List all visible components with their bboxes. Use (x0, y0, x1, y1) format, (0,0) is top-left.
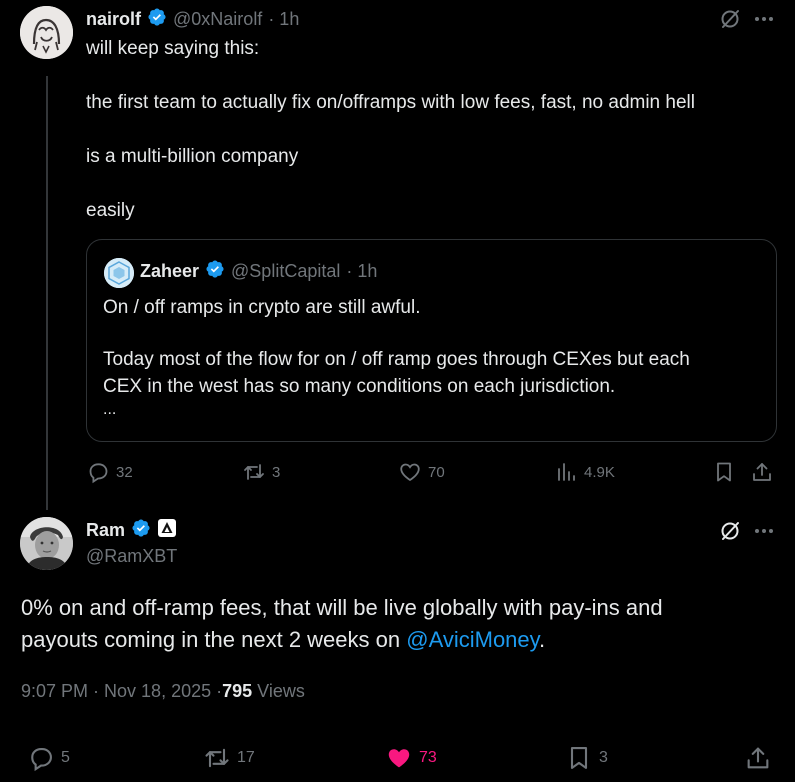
bookmark-count: 3 (599, 749, 608, 766)
like-count: 70 (428, 463, 445, 481)
like-icon (388, 749, 410, 768)
avatar-zaheer (104, 258, 134, 288)
timestamp[interactable]: · 1h (268, 9, 299, 30)
like-button[interactable]: 70 (398, 460, 445, 484)
tweet2-text-line2: payouts coming in the next 2 weeks on @A… (21, 624, 545, 656)
bookmark-icon (717, 462, 731, 482)
handle[interactable]: @0xNairolf (173, 9, 262, 30)
handle[interactable]: @RamXBT (86, 545, 177, 567)
like-icon (400, 463, 420, 482)
tweet1-text-line2: the first team to actually fix on/offram… (86, 92, 695, 113)
quote-ellipsis: ... (103, 401, 117, 418)
grok-icon[interactable] (718, 519, 742, 548)
quote-text-line3: CEX in the west has so many conditions o… (103, 376, 616, 397)
avatar-ram[interactable] (20, 517, 73, 570)
reply-icon (89, 463, 108, 484)
post-timestamp[interactable]: 9:07 PM · Nov 18, 2025 · (21, 681, 222, 702)
share-button[interactable] (750, 460, 774, 489)
like-count: 73 (419, 749, 437, 766)
verified-badge-icon (147, 7, 167, 32)
repost-button[interactable]: 3 (242, 460, 280, 484)
mention-link[interactable]: @AviciMoney (406, 627, 539, 652)
reply-button[interactable]: 32 (86, 460, 133, 484)
grok-icon[interactable] (718, 7, 742, 36)
views-icon (558, 463, 575, 481)
share-button[interactable] (744, 744, 772, 777)
bookmark-button[interactable]: 3 (565, 744, 608, 772)
reply-count: 32 (116, 463, 133, 481)
avatar-nairolf[interactable] (20, 6, 73, 59)
views-button[interactable]: 4.9K (554, 460, 615, 484)
reply-count: 5 (61, 749, 70, 766)
tweet1-text-line1: will keep saying this: (86, 38, 260, 59)
quote-header: Zaheer @SplitCapital · 1h (140, 259, 378, 284)
bookmark-button[interactable] (712, 460, 736, 489)
repost-icon (244, 464, 264, 480)
tweet2-text-line1: 0% on and off-ramp fees, that will be li… (21, 595, 663, 620)
repost-count: 17 (237, 749, 255, 766)
quote-display-name: Zaheer (140, 260, 200, 281)
repost-icon (205, 748, 229, 768)
tweet2-header: Ram (86, 518, 177, 543)
tweet2-meta: 9:07 PM · Nov 18, 2025 · 795 Views (21, 680, 305, 702)
display-name[interactable]: Ram (86, 520, 125, 541)
affiliate-badge-icon[interactable] (157, 518, 177, 543)
reply-button[interactable]: 5 (27, 744, 70, 772)
quoted-tweet-card[interactable]: Zaheer @SplitCapital · 1h On / off ramps… (86, 239, 777, 442)
display-name[interactable]: nairolf (86, 9, 141, 30)
bookmark-icon (570, 747, 588, 769)
share-icon (747, 747, 769, 769)
verified-badge-icon (205, 259, 225, 284)
like-button[interactable]: 73 (385, 744, 437, 772)
tweet2-text-line2-prefix: payouts coming in the next 2 weeks on (21, 627, 407, 652)
verified-badge-icon (131, 518, 151, 543)
more-icon[interactable] (752, 521, 776, 546)
tweet2-text-line2-suffix: . (539, 627, 546, 652)
views-label: Views (257, 680, 305, 701)
views-count: 4.9K (584, 463, 615, 481)
tweet1-text-line4: easily (86, 200, 135, 221)
more-icon[interactable] (752, 9, 776, 34)
tweet1-text-line3: is a multi-billion company (86, 146, 299, 167)
thread-connector-line (46, 76, 48, 510)
quote-timestamp: · 1h (346, 260, 378, 281)
reply-icon (31, 747, 52, 772)
repost-button[interactable]: 17 (203, 744, 255, 772)
repost-count: 3 (272, 463, 281, 481)
quote-text-line1: On / off ramps in crypto are still awful… (103, 297, 421, 318)
views-count: 795 (222, 680, 253, 701)
share-icon (753, 463, 771, 481)
tweet1-header: nairolf @0xNairolf · 1h (86, 7, 299, 32)
quote-handle: @SplitCapital (231, 260, 341, 281)
quote-text-line2: Today most of the flow for on / off ramp… (103, 349, 690, 370)
